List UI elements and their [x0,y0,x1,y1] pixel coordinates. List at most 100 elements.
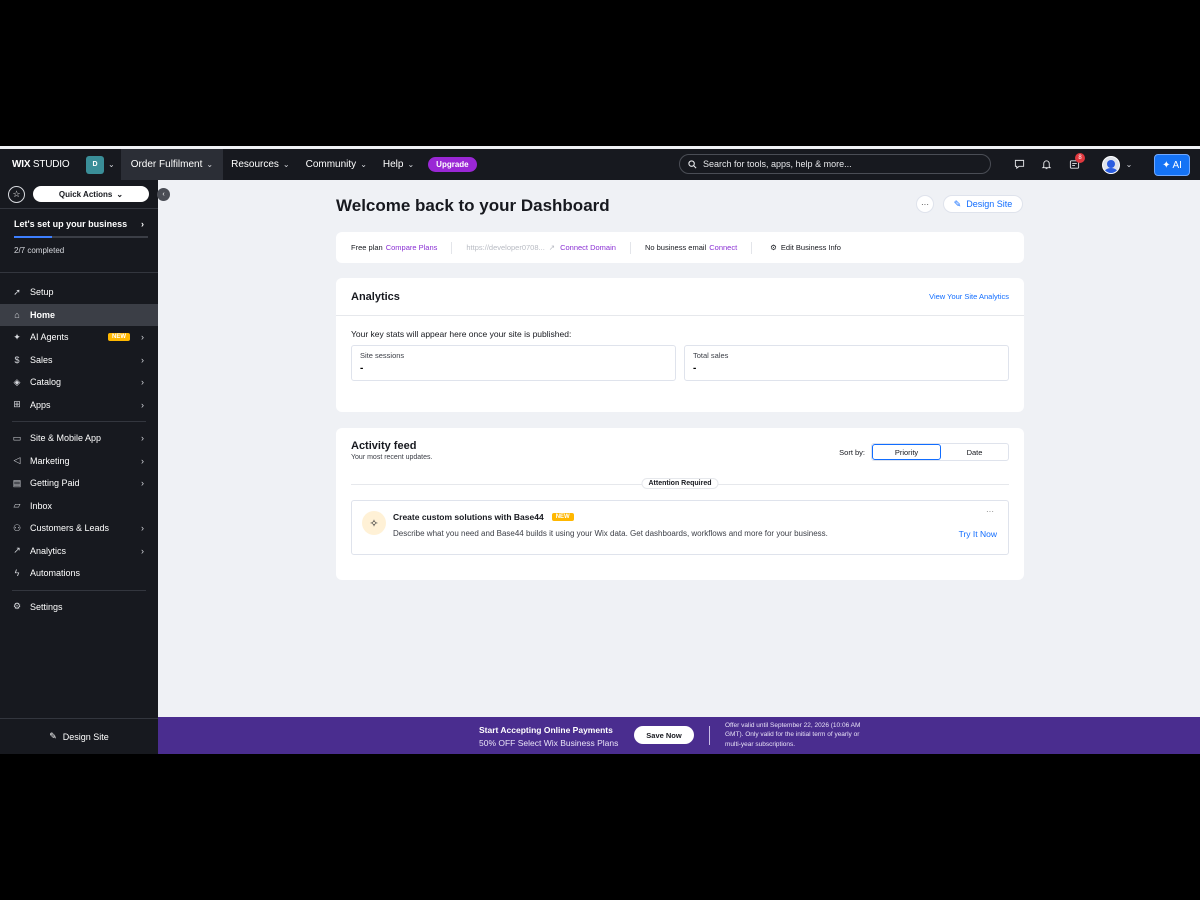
star-icon[interactable]: ☆ [8,185,25,203]
wix-studio-logo[interactable]: WIX STUDIO [0,159,80,170]
external-link-icon[interactable]: ↗ [549,243,555,252]
chevron-right-icon: › [141,433,144,444]
sidebar-item-sales[interactable]: $ Sales › [0,349,158,372]
sparkle-icon: ✦ [1162,159,1171,171]
chevron-right-icon: › [141,523,144,534]
bolt-icon: ϟ [14,568,20,579]
nav-community[interactable]: Community ⌄ [298,149,375,180]
sidebar-item-label: Getting Paid [30,478,80,489]
sidebar-item-automations[interactable]: ϟ Automations [0,562,158,585]
chevron-down-icon: ⌄ [108,160,115,169]
bell-icon[interactable] [1039,157,1053,171]
search-input[interactable]: Search for tools, apps, help & more... [679,154,991,174]
sidebar-item-ai-agents[interactable]: ✦ AI Agents NEW › [0,326,158,349]
page-title: Welcome back to your Dashboard [336,196,610,215]
sidebar: ☆ Quick Actions ⌄ Let's set up your busin… [0,180,158,754]
view-analytics-link[interactable]: View Your Site Analytics [929,292,1009,301]
sidebar-item-site-mobile-app[interactable]: ▭ Site & Mobile App › [0,427,158,450]
chevron-down-icon: ⌄ [360,160,367,169]
upgrade-button[interactable]: Upgrade [428,157,477,172]
sidebar-item-label: Automations [30,568,81,579]
edit-business-info-button[interactable]: ⚙ Edit Business Info [770,243,841,252]
setup-progress-fill [14,236,53,238]
sidebar-design-site-button[interactable]: ✎ Design Site [0,718,158,754]
promo-title: Start Accepting Online Payments [479,725,613,735]
save-now-button[interactable]: Save Now [634,726,694,744]
chevron-right-icon: › [141,219,144,229]
analytics-card: Analytics View Your Site Analytics Your … [336,278,1024,412]
new-badge: NEW [551,513,574,521]
sidebar-item-analytics[interactable]: ↗ Analytics › [0,540,158,563]
nav-help[interactable]: Help ⌄ [375,149,422,180]
quick-actions-button[interactable]: Quick Actions ⌄ [33,186,149,202]
setup-count: 2/7 completed [14,246,65,255]
sidebar-item-settings[interactable]: ⚙ Settings [0,596,158,619]
sidebar-item-catalog[interactable]: ◈ Catalog › [0,371,158,394]
notification-count-badge: 8 [1075,153,1085,163]
try-it-now-link[interactable]: Try It Now [959,529,997,539]
chat-icon[interactable] [1012,157,1026,171]
divider [12,421,146,422]
sidebar-item-label: Analytics [30,545,67,556]
activity-item[interactable]: ✧ Create custom solutions with Base44 NEW… [351,500,1009,555]
sidebar-item-label: Inbox [30,500,53,511]
nav-resources[interactable]: Resources ⌄ [223,149,298,180]
stat-value: - [360,363,364,374]
chevron-right-icon: › [141,478,144,489]
site-name-menu[interactable]: Order Fulfilment ⌄ [120,149,224,180]
divider [629,241,631,254]
top-bar: WIX STUDIO D ⌄ Order Fulfilment ⌄ Resour… [0,149,1200,180]
sidebar-item-marketing[interactable]: ◁ Marketing › [0,450,158,473]
new-badge: NEW [108,333,130,342]
sidebar-item-label: Apps [30,399,51,410]
sidebar-item-label: Sales [30,354,53,365]
people-icon: ⚇ [12,522,22,533]
stat-label: Site sessions [360,351,405,360]
sort-priority-tab[interactable]: Priority [872,444,941,460]
connect-email-link[interactable]: Connect [709,243,737,252]
pencil-icon: ✎ [49,731,57,741]
ai-assistant-button[interactable]: ✦ AI [1154,154,1190,176]
sidebar-item-home[interactable]: ⌂ Home [0,303,158,326]
sidebar-item-inbox[interactable]: ▱ Inbox [0,495,158,518]
chevron-down-icon: ⌄ [407,160,415,169]
site-icon: ▭ [12,432,22,443]
sidebar-item-setup[interactable]: ➚ Setup [0,281,158,304]
divider [751,241,753,254]
divider [709,726,710,745]
apps-icon: ⊞ [13,399,21,410]
chevron-right-icon: › [141,545,144,556]
sidebar-item-getting-paid[interactable]: ▤ Getting Paid › [0,472,158,495]
collapse-sidebar-button[interactable]: ‹ [157,188,170,201]
home-icon: ⌂ [14,309,20,320]
sidebar-menu: ➚ Setup ⌂ Home ✦ AI Agents NEW › $ Sales › ◈ Catalog… [0,273,158,416]
site-switcher[interactable]: D ⌄ [80,149,121,180]
compare-plans-link[interactable]: Compare Plans [386,243,438,252]
stat-label: Total sales [693,351,729,360]
sidebar-item-apps[interactable]: ⊞ Apps › [0,394,158,417]
chevron-right-icon: › [141,354,144,365]
chevron-right-icon: › [141,455,144,466]
avatar[interactable] [1102,156,1120,174]
sidebar-item-customers-leads[interactable]: ⚇ Customers & Leads › [0,517,158,540]
promo-fine-print: Offer valid until September 22, 2026 (10… [725,722,861,748]
stat-value: - [693,363,697,374]
pencil-icon: ✎ [953,198,962,209]
sidebar-item-label: Marketing [30,455,70,466]
rocket-icon: ➚ [13,286,21,297]
more-actions-button[interactable]: ··· [916,195,934,213]
connect-domain-link[interactable]: Connect Domain [560,243,616,252]
card-icon: ▤ [12,477,22,488]
chevron-down-icon[interactable]: ⌄ [1122,157,1136,171]
activity-item-more-button[interactable]: ··· [986,507,994,516]
setup-progress-card[interactable]: Let's set up your business › 2/7 complete… [0,209,158,272]
gear-icon: ⚙ [770,243,777,252]
sort-date-tab[interactable]: Date [941,444,1008,460]
main-content: Welcome back to your Dashboard ··· ✎ Des… [158,180,1200,717]
attention-divider: Attention Required [351,478,1009,489]
chart-icon: ↗ [13,545,21,556]
chevron-right-icon: › [141,332,144,343]
stat-total-sales: Total sales - [684,345,1009,381]
setup-title: Let's set up your business [14,219,128,229]
design-site-button[interactable]: ✎ Design Site [943,195,1023,213]
